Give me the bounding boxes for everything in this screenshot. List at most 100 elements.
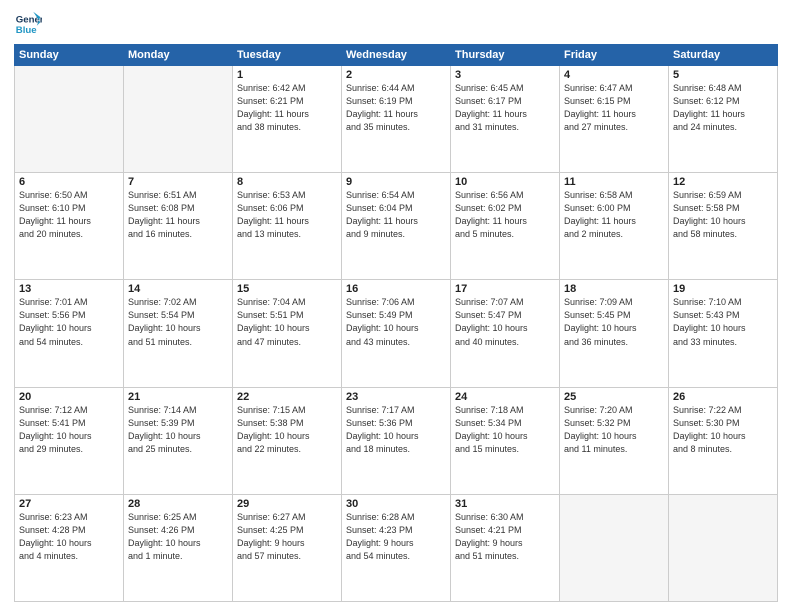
calendar-cell: 18Sunrise: 7:09 AMSunset: 5:45 PMDayligh… [560,280,669,387]
calendar-cell: 13Sunrise: 7:01 AMSunset: 5:56 PMDayligh… [15,280,124,387]
day-number: 15 [237,283,337,295]
day-number: 2 [346,69,446,81]
day-number: 20 [19,391,119,403]
calendar-cell: 4Sunrise: 6:47 AMSunset: 6:15 PMDaylight… [560,66,669,173]
calendar-cell: 24Sunrise: 7:18 AMSunset: 5:34 PMDayligh… [451,387,560,494]
calendar-cell: 16Sunrise: 7:06 AMSunset: 5:49 PMDayligh… [342,280,451,387]
calendar-cell [15,66,124,173]
weekday-header-tuesday: Tuesday [233,45,342,66]
day-info: Sunrise: 6:27 AMSunset: 4:25 PMDaylight:… [237,511,337,563]
calendar-cell: 8Sunrise: 6:53 AMSunset: 6:06 PMDaylight… [233,173,342,280]
calendar-cell: 27Sunrise: 6:23 AMSunset: 4:28 PMDayligh… [15,494,124,601]
calendar-cell [669,494,778,601]
day-info: Sunrise: 6:54 AMSunset: 6:04 PMDaylight:… [346,189,446,241]
day-info: Sunrise: 6:28 AMSunset: 4:23 PMDaylight:… [346,511,446,563]
day-number: 5 [673,69,773,81]
calendar-cell: 1Sunrise: 6:42 AMSunset: 6:21 PMDaylight… [233,66,342,173]
day-info: Sunrise: 6:42 AMSunset: 6:21 PMDaylight:… [237,82,337,134]
logo: General Blue [14,10,42,38]
day-info: Sunrise: 7:20 AMSunset: 5:32 PMDaylight:… [564,404,664,456]
day-number: 3 [455,69,555,81]
logo-icon: General Blue [14,10,42,38]
day-info: Sunrise: 7:01 AMSunset: 5:56 PMDaylight:… [19,296,119,348]
day-number: 10 [455,176,555,188]
day-info: Sunrise: 6:45 AMSunset: 6:17 PMDaylight:… [455,82,555,134]
day-number: 21 [128,391,228,403]
calendar-cell: 14Sunrise: 7:02 AMSunset: 5:54 PMDayligh… [124,280,233,387]
day-info: Sunrise: 7:18 AMSunset: 5:34 PMDaylight:… [455,404,555,456]
calendar-cell: 25Sunrise: 7:20 AMSunset: 5:32 PMDayligh… [560,387,669,494]
calendar-cell: 17Sunrise: 7:07 AMSunset: 5:47 PMDayligh… [451,280,560,387]
day-info: Sunrise: 7:14 AMSunset: 5:39 PMDaylight:… [128,404,228,456]
calendar-cell [560,494,669,601]
day-number: 9 [346,176,446,188]
day-info: Sunrise: 6:56 AMSunset: 6:02 PMDaylight:… [455,189,555,241]
calendar-cell: 29Sunrise: 6:27 AMSunset: 4:25 PMDayligh… [233,494,342,601]
day-info: Sunrise: 6:53 AMSunset: 6:06 PMDaylight:… [237,189,337,241]
day-info: Sunrise: 7:09 AMSunset: 5:45 PMDaylight:… [564,296,664,348]
header: General Blue [14,10,778,38]
day-info: Sunrise: 7:07 AMSunset: 5:47 PMDaylight:… [455,296,555,348]
day-number: 18 [564,283,664,295]
day-number: 19 [673,283,773,295]
calendar-cell: 11Sunrise: 6:58 AMSunset: 6:00 PMDayligh… [560,173,669,280]
calendar-cell: 30Sunrise: 6:28 AMSunset: 4:23 PMDayligh… [342,494,451,601]
weekday-header-friday: Friday [560,45,669,66]
calendar-cell: 31Sunrise: 6:30 AMSunset: 4:21 PMDayligh… [451,494,560,601]
day-number: 22 [237,391,337,403]
day-info: Sunrise: 7:10 AMSunset: 5:43 PMDaylight:… [673,296,773,348]
day-number: 13 [19,283,119,295]
day-number: 27 [19,498,119,510]
day-number: 28 [128,498,228,510]
day-number: 4 [564,69,664,81]
day-number: 8 [237,176,337,188]
day-info: Sunrise: 6:50 AMSunset: 6:10 PMDaylight:… [19,189,119,241]
day-info: Sunrise: 6:51 AMSunset: 6:08 PMDaylight:… [128,189,228,241]
day-info: Sunrise: 6:44 AMSunset: 6:19 PMDaylight:… [346,82,446,134]
day-number: 29 [237,498,337,510]
calendar-cell: 6Sunrise: 6:50 AMSunset: 6:10 PMDaylight… [15,173,124,280]
calendar-cell [124,66,233,173]
calendar-cell: 10Sunrise: 6:56 AMSunset: 6:02 PMDayligh… [451,173,560,280]
day-number: 31 [455,498,555,510]
day-number: 17 [455,283,555,295]
calendar-cell: 26Sunrise: 7:22 AMSunset: 5:30 PMDayligh… [669,387,778,494]
day-info: Sunrise: 6:48 AMSunset: 6:12 PMDaylight:… [673,82,773,134]
day-info: Sunrise: 7:06 AMSunset: 5:49 PMDaylight:… [346,296,446,348]
day-info: Sunrise: 7:04 AMSunset: 5:51 PMDaylight:… [237,296,337,348]
day-number: 23 [346,391,446,403]
calendar-cell: 23Sunrise: 7:17 AMSunset: 5:36 PMDayligh… [342,387,451,494]
day-number: 12 [673,176,773,188]
day-number: 14 [128,283,228,295]
day-number: 6 [19,176,119,188]
calendar-cell: 15Sunrise: 7:04 AMSunset: 5:51 PMDayligh… [233,280,342,387]
day-number: 11 [564,176,664,188]
day-info: Sunrise: 7:17 AMSunset: 5:36 PMDaylight:… [346,404,446,456]
weekday-header-thursday: Thursday [451,45,560,66]
weekday-header-wednesday: Wednesday [342,45,451,66]
day-info: Sunrise: 6:47 AMSunset: 6:15 PMDaylight:… [564,82,664,134]
day-number: 24 [455,391,555,403]
calendar: SundayMondayTuesdayWednesdayThursdayFrid… [14,44,778,602]
day-info: Sunrise: 6:23 AMSunset: 4:28 PMDaylight:… [19,511,119,563]
calendar-cell: 2Sunrise: 6:44 AMSunset: 6:19 PMDaylight… [342,66,451,173]
calendar-cell: 3Sunrise: 6:45 AMSunset: 6:17 PMDaylight… [451,66,560,173]
day-info: Sunrise: 6:59 AMSunset: 5:58 PMDaylight:… [673,189,773,241]
day-number: 25 [564,391,664,403]
calendar-cell: 7Sunrise: 6:51 AMSunset: 6:08 PMDaylight… [124,173,233,280]
weekday-header-saturday: Saturday [669,45,778,66]
day-info: Sunrise: 6:58 AMSunset: 6:00 PMDaylight:… [564,189,664,241]
calendar-cell: 22Sunrise: 7:15 AMSunset: 5:38 PMDayligh… [233,387,342,494]
calendar-cell: 19Sunrise: 7:10 AMSunset: 5:43 PMDayligh… [669,280,778,387]
svg-text:Blue: Blue [16,25,37,36]
weekday-header-sunday: Sunday [15,45,124,66]
calendar-cell: 9Sunrise: 6:54 AMSunset: 6:04 PMDaylight… [342,173,451,280]
day-number: 7 [128,176,228,188]
day-info: Sunrise: 7:22 AMSunset: 5:30 PMDaylight:… [673,404,773,456]
day-number: 26 [673,391,773,403]
calendar-cell: 20Sunrise: 7:12 AMSunset: 5:41 PMDayligh… [15,387,124,494]
calendar-cell: 28Sunrise: 6:25 AMSunset: 4:26 PMDayligh… [124,494,233,601]
day-number: 16 [346,283,446,295]
day-info: Sunrise: 6:30 AMSunset: 4:21 PMDaylight:… [455,511,555,563]
day-info: Sunrise: 6:25 AMSunset: 4:26 PMDaylight:… [128,511,228,563]
